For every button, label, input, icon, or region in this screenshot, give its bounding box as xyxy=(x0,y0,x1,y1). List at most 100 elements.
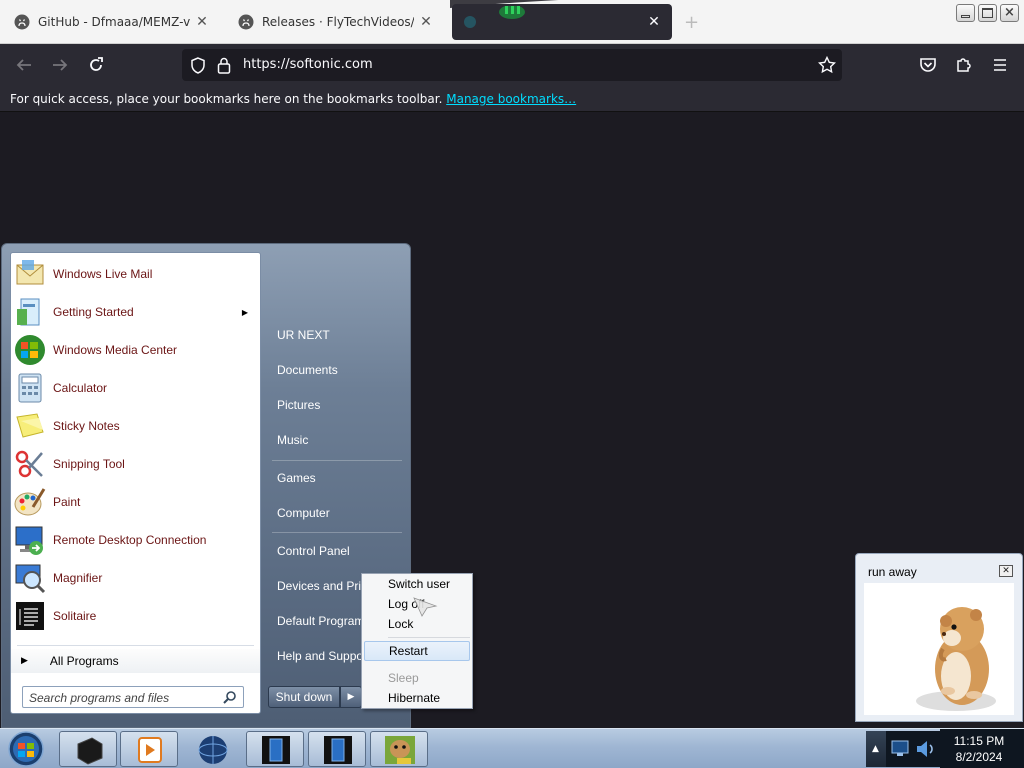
tab-title: GitHub - Dfmaaa/MEMZ-virus: xyxy=(38,15,190,29)
program-calculator[interactable]: Calculator xyxy=(11,369,260,407)
lock-icon[interactable] xyxy=(217,57,231,74)
url-text[interactable]: https://softonic.com xyxy=(243,57,373,72)
hamster-icon xyxy=(916,607,996,711)
paint-icon xyxy=(14,488,46,516)
box-game-icon xyxy=(385,736,415,764)
shutdown-button[interactable]: Shut down xyxy=(268,686,340,708)
tab-close-icon[interactable]: ✕ xyxy=(646,14,662,30)
window-close-button[interactable]: ✕ xyxy=(999,565,1013,577)
window-restore-button[interactable] xyxy=(978,4,997,22)
shield-icon[interactable] xyxy=(190,57,206,74)
start-orb-button[interactable] xyxy=(6,730,46,768)
search-icon[interactable] xyxy=(223,690,237,704)
reload-button[interactable] xyxy=(82,52,110,78)
taskbar-clock[interactable]: 11:15 PM 8/2/2024 xyxy=(940,729,1024,768)
program-label: Getting Started xyxy=(53,305,134,319)
tab-releases-000exe[interactable]: Releases · FlyTechVideos/000exe ✕ xyxy=(228,2,444,42)
all-programs-label: All Programs xyxy=(49,654,119,668)
taskbar-button-black-window[interactable] xyxy=(59,731,117,767)
new-tab-icon[interactable]: + xyxy=(684,12,699,33)
bookmarks-toolbar: For quick access, place your bookmarks h… xyxy=(0,86,1024,112)
bookmark-star-icon[interactable] xyxy=(818,56,836,74)
start-right-computer[interactable]: Computer xyxy=(268,499,406,527)
window-minimize-button[interactable] xyxy=(956,4,975,22)
menu-item-restart[interactable]: Restart xyxy=(364,641,470,661)
mouse-cursor-icon xyxy=(413,597,438,617)
program-sticky-notes[interactable]: Sticky Notes xyxy=(11,407,260,445)
url-bar[interactable]: https://softonic.com xyxy=(182,49,842,81)
sticky-notes-icon xyxy=(16,413,44,438)
site-favicon-icon xyxy=(464,16,476,28)
start-search-input[interactable] xyxy=(23,688,213,708)
all-programs-button[interactable]: ▶ All Programs xyxy=(11,649,260,673)
media-center-icon xyxy=(15,335,45,365)
menu-item-sleep[interactable]: Sleep xyxy=(364,668,470,688)
forward-button[interactable] xyxy=(46,52,74,78)
menu-divider xyxy=(388,637,470,638)
green-blob-icon xyxy=(499,6,525,19)
taskbar-button-window-1[interactable] xyxy=(246,731,304,767)
start-menu-programs-panel: Windows Live Mail Getting Started ▶ Wind… xyxy=(10,252,261,714)
show-hidden-icons-button[interactable]: ▲ xyxy=(866,731,886,767)
program-label: Paint xyxy=(53,495,81,509)
submenu-arrow-icon: ▶ xyxy=(241,307,248,317)
shutdown-options-arrow-icon[interactable]: ▶ xyxy=(340,686,362,708)
program-label: Sticky Notes xyxy=(53,419,120,433)
program-label: Windows Live Mail xyxy=(53,267,153,281)
taskbar-button-box-game[interactable] xyxy=(370,731,428,767)
start-search-box[interactable] xyxy=(22,686,244,708)
tab-github-memz[interactable]: GitHub - Dfmaaa/MEMZ-virus: ✕ xyxy=(4,2,220,42)
program-paint[interactable]: Paint xyxy=(11,483,260,521)
run-away-window: run away ✕ xyxy=(855,553,1023,722)
pocket-button[interactable] xyxy=(914,52,942,78)
menu-item-switch-user[interactable]: Switch user xyxy=(364,574,470,594)
system-tray xyxy=(886,731,940,767)
right-column-divider xyxy=(272,532,402,533)
start-right-documents[interactable]: Documents xyxy=(268,356,406,384)
program-windows-live-mail[interactable]: Windows Live Mail xyxy=(11,255,260,293)
app-menu-button[interactable] xyxy=(986,52,1014,78)
tab-close-icon[interactable]: ✕ xyxy=(418,14,434,30)
menu-item-hibernate[interactable]: Hibernate xyxy=(364,688,470,708)
start-right-games[interactable]: Games xyxy=(268,464,406,492)
window-close-button[interactable]: × xyxy=(1000,4,1019,22)
back-button[interactable] xyxy=(10,52,38,78)
start-right-ur-next[interactable]: UR NEXT xyxy=(268,321,406,349)
program-label: Snipping Tool xyxy=(53,457,125,471)
taskbar-button-window-2[interactable] xyxy=(308,731,366,767)
expand-arrow-icon: ▶ xyxy=(21,656,28,666)
all-programs-divider xyxy=(17,645,254,646)
program-snipping-tool[interactable]: Snipping Tool xyxy=(11,445,260,483)
hamburger-menu-icon xyxy=(994,59,1006,71)
program-getting-started[interactable]: Getting Started ▶ xyxy=(11,293,260,331)
hamster-image xyxy=(864,583,1014,715)
forward-arrow-icon xyxy=(53,59,68,71)
manage-bookmarks-link[interactable]: Manage bookmarks… xyxy=(446,92,576,106)
tab-close-icon[interactable]: ✕ xyxy=(194,14,210,30)
program-remote-desktop-connection[interactable]: Remote Desktop Connection xyxy=(11,521,260,559)
start-right-pictures[interactable]: Pictures xyxy=(268,391,406,419)
program-windows-media-center[interactable]: Windows Media Center xyxy=(11,331,260,369)
getting-started-icon xyxy=(17,298,40,326)
program-solitaire[interactable]: Solitaire xyxy=(11,597,260,635)
taskbar-button-globe[interactable] xyxy=(183,731,241,767)
program-label: Magnifier xyxy=(53,571,103,585)
taskbar: ▲ 11:15 PM 8/2/2024 xyxy=(0,728,1024,768)
speaker-icon[interactable] xyxy=(914,738,936,760)
window-icon xyxy=(262,736,290,764)
black-window-icon xyxy=(77,737,103,765)
tab-active[interactable]: ✕ xyxy=(452,4,672,40)
taskbar-button-media-player[interactable] xyxy=(120,731,178,767)
magnifier-icon xyxy=(15,564,46,594)
start-right-music[interactable]: Music xyxy=(268,426,406,454)
start-right-control-panel[interactable]: Control Panel xyxy=(268,537,406,565)
media-player-icon xyxy=(138,737,162,763)
extensions-button[interactable] xyxy=(950,52,978,78)
program-magnifier[interactable]: Magnifier xyxy=(11,559,260,597)
window-icon xyxy=(324,736,352,764)
right-column-divider xyxy=(272,460,402,461)
network-icon[interactable] xyxy=(890,738,910,760)
clock-date: 8/2/2024 xyxy=(955,750,1003,764)
program-label: Calculator xyxy=(53,381,108,395)
tab-title: Releases · FlyTechVideos/000exe xyxy=(262,15,414,29)
